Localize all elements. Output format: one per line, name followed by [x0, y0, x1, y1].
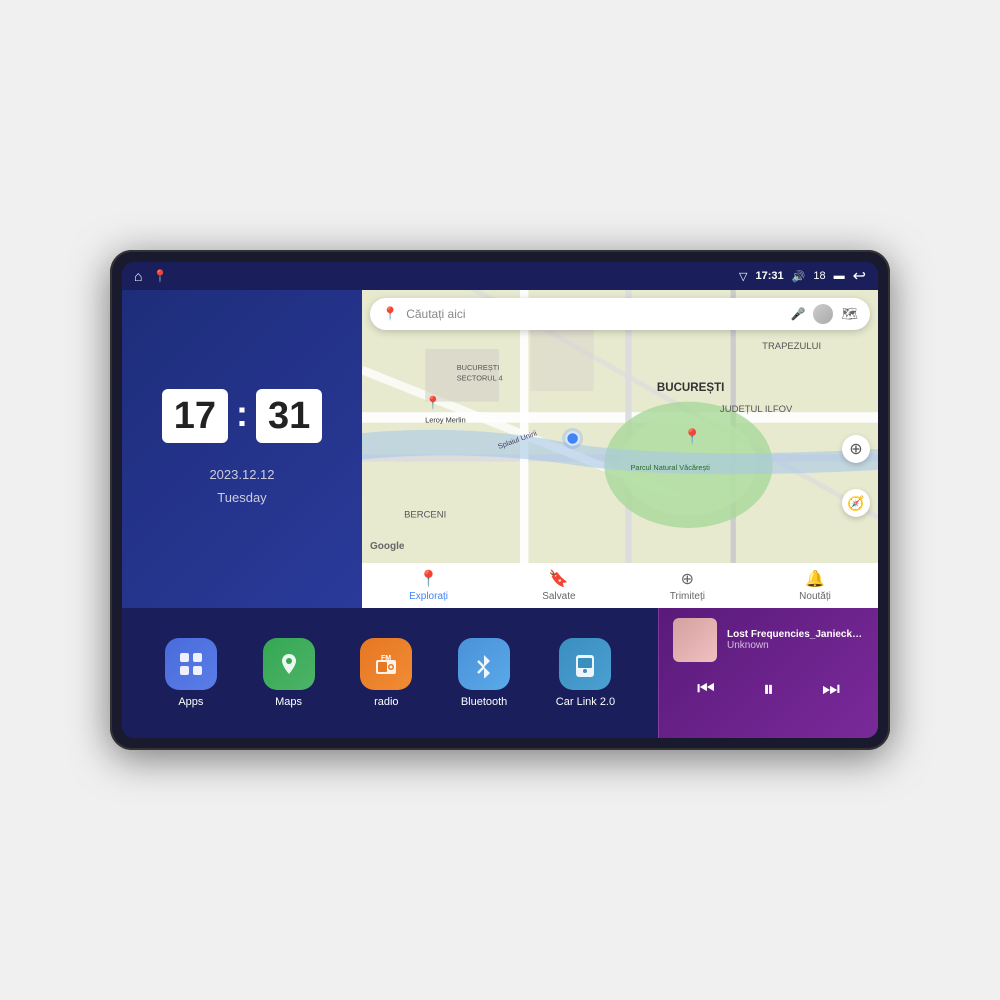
- map-google-logo: Google: [370, 541, 404, 552]
- clock-display: 17 : 31: [162, 389, 323, 443]
- carlink-icon: [571, 650, 599, 678]
- svg-text:FM: FM: [381, 655, 391, 662]
- maps-icon: [275, 650, 303, 678]
- clock-minutes: 31: [256, 389, 322, 443]
- map-avatar-icon[interactable]: [813, 304, 833, 324]
- radio-label: radio: [374, 696, 398, 708]
- battery-icon: ▬: [834, 270, 845, 282]
- app-item-bluetooth[interactable]: Bluetooth: [458, 638, 510, 708]
- music-text: Lost Frequencies_Janieck Devy-... Unknow…: [727, 629, 864, 651]
- map-layers-icon[interactable]: 🗺: [841, 306, 858, 322]
- map-search-text: Căutați aici: [406, 307, 782, 321]
- map-nav-saved[interactable]: 🔖 Salvate: [542, 569, 575, 602]
- map-nav-explore-label: Explorați: [409, 591, 448, 602]
- bottom-section: Apps Maps: [122, 608, 878, 738]
- map-area[interactable]: BUCUREȘTI JUDEȚUL ILFOV TRAPEZULUI BERCE…: [362, 290, 878, 608]
- map-nav-share-label: Trimiteți: [670, 591, 705, 602]
- radio-icon: FM: [372, 650, 400, 678]
- map-zoom-button[interactable]: ⊕: [842, 435, 870, 463]
- map-compass-button[interactable]: 🧭: [842, 489, 870, 517]
- app-item-radio[interactable]: FM radio: [360, 638, 412, 708]
- clock-date: 2023.12.12 Tuesday: [209, 463, 274, 510]
- music-next-button[interactable]: ⏭: [814, 674, 848, 705]
- map-mic-icon[interactable]: 🎤: [791, 307, 806, 321]
- volume-level: 18: [813, 270, 825, 282]
- back-button[interactable]: ↩: [853, 266, 866, 286]
- main-area: 17 : 31 2023.12.12 Tuesday: [122, 290, 878, 738]
- clock-hours: 17: [162, 389, 228, 443]
- apps-icon: [177, 650, 205, 678]
- app-item-carlink[interactable]: Car Link 2.0: [556, 638, 615, 708]
- app-icons-area: Apps Maps: [122, 608, 658, 738]
- status-left-icons: ⌂ 📍: [134, 268, 167, 284]
- explore-icon: 📍: [419, 569, 439, 589]
- svg-text:BUCUREȘTI: BUCUREȘTI: [457, 363, 500, 372]
- app-item-apps[interactable]: Apps: [165, 638, 217, 708]
- bluetooth-label: Bluetooth: [461, 696, 507, 708]
- music-player: Lost Frequencies_Janieck Devy-... Unknow…: [658, 608, 878, 738]
- music-controls: ⏮ ⏸ ⏭: [673, 672, 864, 706]
- signal-icon: ▽: [739, 270, 747, 283]
- volume-icon: 🔊: [792, 270, 806, 283]
- map-nav-explore[interactable]: 📍 Explorați: [409, 569, 448, 602]
- device: ⌂ 📍 ▽ 17:31 🔊 18 ▬ ↩ 17 :: [110, 250, 890, 750]
- map-bottom-bar: 📍 Explorați 🔖 Salvate ⊕ Trimiteți 🔔: [362, 563, 878, 608]
- status-right-icons: ▽ 17:31 🔊 18 ▬ ↩: [739, 266, 866, 286]
- maps-icon-wrapper: [263, 638, 315, 690]
- svg-text:TRAPEZULUI: TRAPEZULUI: [762, 341, 821, 352]
- radio-icon-wrapper: FM: [360, 638, 412, 690]
- saved-icon: 🔖: [549, 569, 569, 589]
- map-nav-saved-label: Salvate: [542, 591, 575, 602]
- map-pin-icon: 📍: [382, 306, 398, 322]
- device-screen: ⌂ 📍 ▽ 17:31 🔊 18 ▬ ↩ 17 :: [122, 262, 878, 738]
- home-icon[interactable]: ⌂: [134, 268, 142, 284]
- share-icon: ⊕: [681, 569, 694, 589]
- map-nav-news[interactable]: 🔔 Noutăți: [799, 569, 831, 602]
- music-title: Lost Frequencies_Janieck Devy-...: [727, 629, 864, 640]
- svg-text:Parcul Natural Văcărești: Parcul Natural Văcărești: [631, 463, 711, 472]
- bluetooth-icon: [470, 650, 498, 678]
- clock-widget: 17 : 31 2023.12.12 Tuesday: [122, 290, 362, 608]
- clock-day: Tuesday: [209, 486, 274, 509]
- clock-date-value: 2023.12.12: [209, 463, 274, 486]
- apps-label: Apps: [178, 696, 203, 708]
- svg-text:BUCUREȘTI: BUCUREȘTI: [657, 382, 725, 394]
- app-item-maps[interactable]: Maps: [263, 638, 315, 708]
- svg-text:BERCENI: BERCENI: [404, 509, 446, 520]
- clock-colon: :: [236, 393, 248, 435]
- maps-status-icon[interactable]: 📍: [152, 269, 167, 283]
- map-nav-share[interactable]: ⊕ Trimiteți: [670, 569, 705, 602]
- top-section: 17 : 31 2023.12.12 Tuesday: [122, 290, 878, 608]
- music-album-art: [673, 618, 717, 662]
- music-track-info: Lost Frequencies_Janieck Devy-... Unknow…: [673, 618, 864, 662]
- music-artist: Unknown: [727, 640, 864, 651]
- svg-text:📍: 📍: [425, 395, 441, 410]
- map-nav-news-label: Noutăți: [799, 591, 831, 602]
- news-icon: 🔔: [805, 569, 825, 589]
- music-play-button[interactable]: ⏸: [755, 672, 782, 706]
- carlink-label: Car Link 2.0: [556, 696, 615, 708]
- apps-icon-wrapper: [165, 638, 217, 690]
- svg-text:JUDEȚUL ILFOV: JUDEȚUL ILFOV: [720, 404, 793, 415]
- map-search-bar[interactable]: 📍 Căutați aici 🎤 🗺: [370, 298, 870, 330]
- svg-text:SECTORUL 4: SECTORUL 4: [457, 374, 503, 383]
- svg-text:Leroy Merlin: Leroy Merlin: [425, 416, 465, 425]
- album-art-image: [673, 618, 717, 662]
- bluetooth-icon-wrapper: [458, 638, 510, 690]
- maps-label: Maps: [275, 696, 302, 708]
- status-time: 17:31: [756, 270, 784, 282]
- carlink-icon-wrapper: [559, 638, 611, 690]
- status-bar: ⌂ 📍 ▽ 17:31 🔊 18 ▬ ↩: [122, 262, 878, 290]
- music-prev-button[interactable]: ⏮: [689, 674, 723, 705]
- svg-text:📍: 📍: [683, 428, 701, 446]
